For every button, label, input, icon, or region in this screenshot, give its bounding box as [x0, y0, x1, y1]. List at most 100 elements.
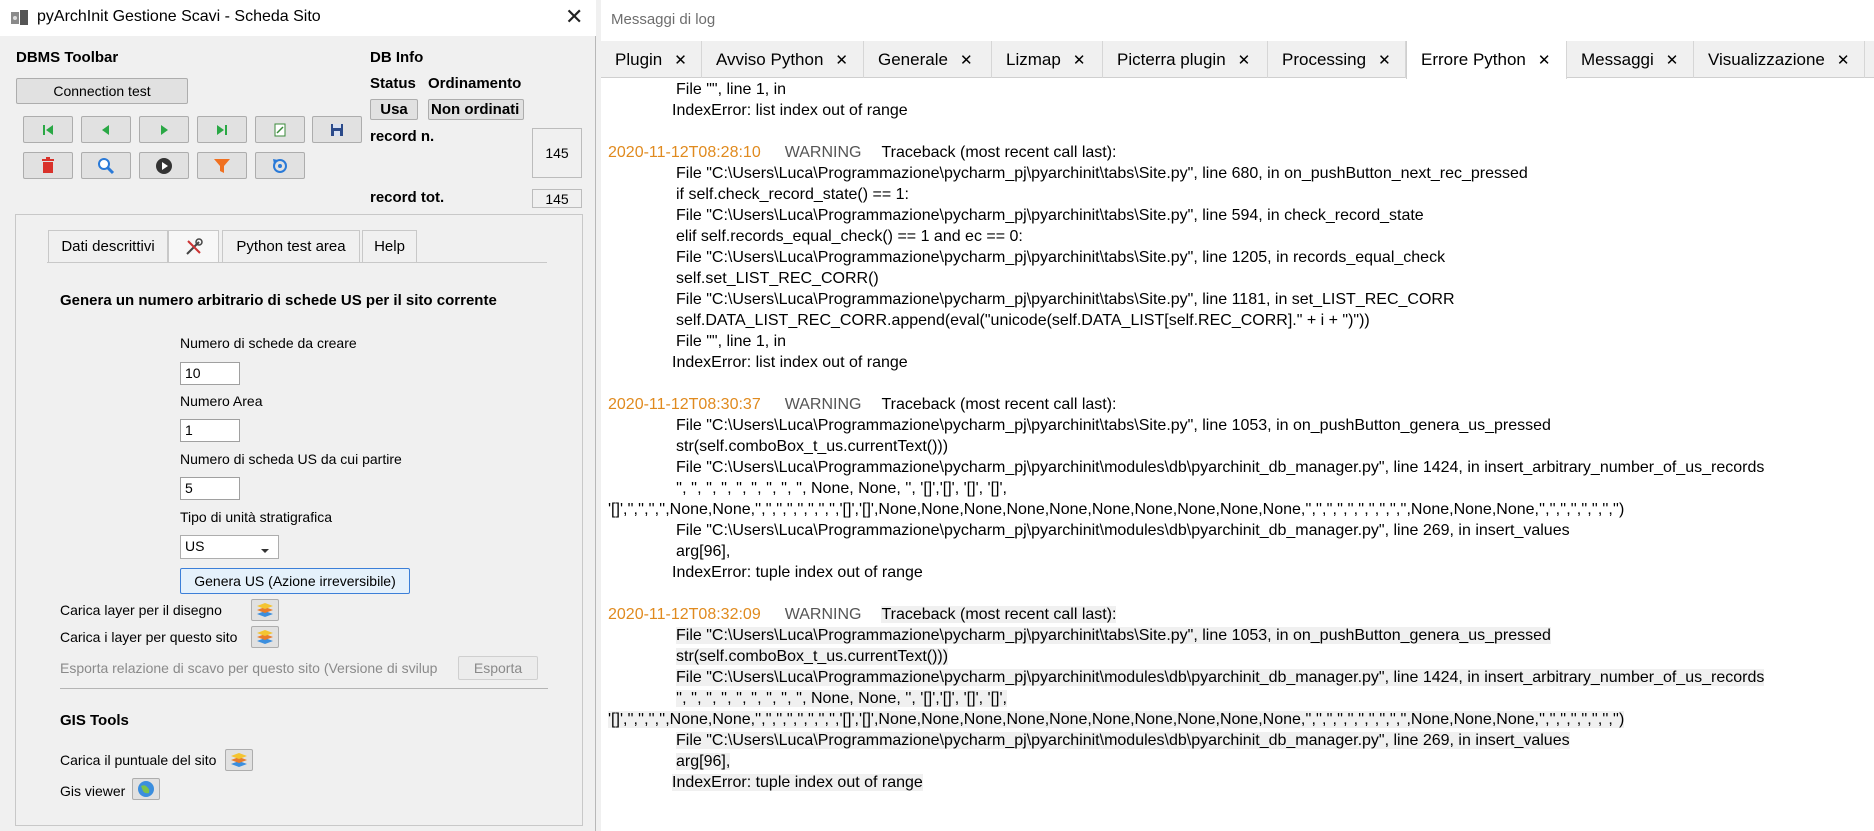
gis-tools-label: GIS Tools	[60, 712, 129, 729]
log-panel-title: Messaggi di log	[611, 11, 716, 28]
first-record-icon	[43, 124, 53, 135]
connection-test-button[interactable]: Connection test	[16, 78, 188, 104]
log-line: IndexError: tuple index out of range	[672, 562, 923, 583]
log-line: IndexError: list index out of range	[672, 100, 908, 121]
log-text-area[interactable]: File "", line 1, in IndexError: list inde…	[601, 79, 1874, 831]
refresh-icon	[273, 158, 287, 173]
close-icon[interactable]: ✕	[1837, 51, 1850, 69]
usa-button[interactable]: Usa	[370, 99, 418, 120]
tab-avviso-python[interactable]: Avviso Python ✕	[702, 41, 864, 78]
log-line: IndexError: tuple index out of range	[672, 772, 923, 793]
log-message: str(self.comboBox_t_us.currentText()))	[676, 648, 949, 665]
record-n-label: record n.	[370, 128, 435, 145]
log-line: File "C:\Users\Luca\Programmazione\pycha…	[676, 520, 1570, 541]
tipo-select[interactable]: US	[180, 535, 279, 559]
gis-viewer-label: Gis viewer	[60, 783, 126, 799]
search-button[interactable]	[81, 152, 131, 179]
tab-visualizzazione[interactable]: Visualizzazione ✕	[1694, 41, 1865, 78]
log-line: if self.check_record_state() == 1:	[676, 184, 909, 205]
tab-python-test-area[interactable]: Python test area	[222, 230, 360, 262]
dbms-toolbar-label: DBMS Toolbar	[16, 49, 119, 66]
log-line: File "C:\Users\Luca\Programmazione\pycha…	[676, 247, 1445, 268]
numero-us-input[interactable]: 5	[180, 477, 240, 500]
tab-label: Visualizzazione	[1708, 49, 1825, 69]
close-icon[interactable]: ✕	[835, 51, 848, 69]
tab-messaggi[interactable]: Messaggi ✕	[1567, 41, 1694, 78]
last-record-button[interactable]	[197, 116, 247, 143]
filter-button[interactable]	[197, 152, 247, 179]
delete-button[interactable]	[23, 152, 73, 179]
carica-disegno-button[interactable]	[251, 599, 279, 621]
title-bar: pyArchInit Gestione Scavi - Scheda Sito …	[0, 0, 596, 36]
carica-sito-label: Carica i layer per questo sito	[60, 629, 238, 645]
tab-processing[interactable]: Processing ✕	[1268, 41, 1406, 78]
close-icon[interactable]: ✕	[1666, 51, 1679, 69]
log-level: WARNING	[784, 144, 862, 161]
tab-lizmap[interactable]: Lizmap ✕	[992, 41, 1103, 78]
close-icon[interactable]: ✕	[1238, 51, 1251, 69]
gis-viewer-button[interactable]	[132, 778, 160, 800]
log-message: '', '', '', '', '', '', '', '', '', None…	[676, 480, 1007, 497]
log-message: elif self.records_equal_check() == 1 and…	[676, 228, 1023, 245]
first-record-button[interactable]	[23, 116, 73, 143]
log-message: IndexError: list index out of range	[672, 102, 908, 119]
prev-record-icon	[102, 124, 109, 135]
tipo-select-value: US	[185, 538, 205, 554]
log-message: File "C:\Users\Luca\Programmazione\pycha…	[676, 417, 1551, 434]
close-icon[interactable]: ✕	[674, 51, 687, 69]
search-icon	[98, 157, 115, 174]
tipo-label: Tipo di unità stratigrafica	[180, 509, 332, 525]
log-message: File "C:\Users\Luca\Programmazione\pycha…	[676, 249, 1446, 266]
log-timestamp: 2020-11-12T08:30:37	[608, 396, 761, 413]
log-level: WARNING	[784, 606, 862, 623]
tab-label: Processing	[1282, 49, 1367, 69]
tab-label: Errore Python	[1421, 50, 1526, 69]
num-schede-input[interactable]: 10	[180, 362, 240, 385]
close-icon[interactable]: ✕	[565, 4, 583, 30]
app-icon	[11, 10, 28, 25]
genera-us-button[interactable]: Genera US (Azione irreversibile)	[180, 568, 410, 594]
log-level: WARNING	[784, 396, 862, 413]
tab-plugin[interactable]: Plugin ✕	[601, 41, 702, 78]
log-message: File "C:\Users\Luca\Programmazione\pycha…	[676, 207, 1424, 224]
globe-icon	[138, 781, 154, 797]
log-message: File "C:\Users\Luca\Programmazione\pycha…	[676, 459, 1765, 476]
carica-sito-button[interactable]	[251, 626, 279, 648]
run-button[interactable]	[139, 152, 189, 179]
refresh-button[interactable]	[255, 152, 305, 179]
db-info-label: DB Info	[370, 49, 424, 66]
log-line: File "C:\Users\Luca\Programmazione\pycha…	[676, 730, 1570, 751]
close-icon[interactable]: ✕	[1378, 51, 1391, 69]
log-message: File "C:\Users\Luca\Programmazione\pycha…	[676, 165, 1528, 182]
tab-dati-descrittivi[interactable]: Dati descrittivi	[48, 230, 168, 262]
log-line: '', '', '', '', '', '', '', '', '', None…	[676, 478, 1007, 499]
layers-icon	[257, 603, 273, 617]
close-icon[interactable]: ✕	[1538, 51, 1551, 69]
delete-icon	[42, 156, 54, 173]
tab-picterra-plugin[interactable]: Picterra plugin ✕	[1103, 41, 1268, 78]
log-message: self.DATA_LIST_REC_CORR.append(eval("uni…	[676, 312, 1370, 329]
close-icon[interactable]: ✕	[960, 51, 973, 69]
save-button[interactable]	[312, 116, 362, 143]
log-line: File "C:\Users\Luca\Programmazione\pycha…	[676, 163, 1528, 184]
prev-record-button[interactable]	[81, 116, 131, 143]
tab-help[interactable]: Help	[362, 230, 417, 262]
tools-icon	[185, 237, 203, 255]
log-message: '[]','','','','',None,None,'','','','','…	[608, 501, 1625, 518]
log-message: self.set_LIST_REC_CORR()	[676, 270, 879, 287]
esporta-button[interactable]: Esporta	[458, 656, 538, 680]
numero-area-label: Numero Area	[180, 393, 263, 409]
record-n-value: 145	[532, 128, 582, 178]
log-message: arg[96],	[676, 543, 731, 560]
numero-area-input[interactable]: 1	[180, 419, 240, 442]
new-record-button[interactable]	[255, 116, 305, 143]
log-timestamp: 2020-11-12T08:28:10	[608, 144, 761, 161]
tab-errore-python[interactable]: Errore Python ✕	[1406, 41, 1567, 79]
tab-generale[interactable]: Generale ✕	[864, 41, 992, 78]
tab-tools[interactable]	[168, 230, 219, 262]
next-record-button[interactable]	[139, 116, 189, 143]
log-message: IndexError: tuple index out of range	[672, 774, 923, 791]
carica-puntuale-button[interactable]	[225, 749, 253, 771]
ordinamento-field: Non ordinati	[428, 99, 524, 120]
close-icon[interactable]: ✕	[1073, 51, 1086, 69]
